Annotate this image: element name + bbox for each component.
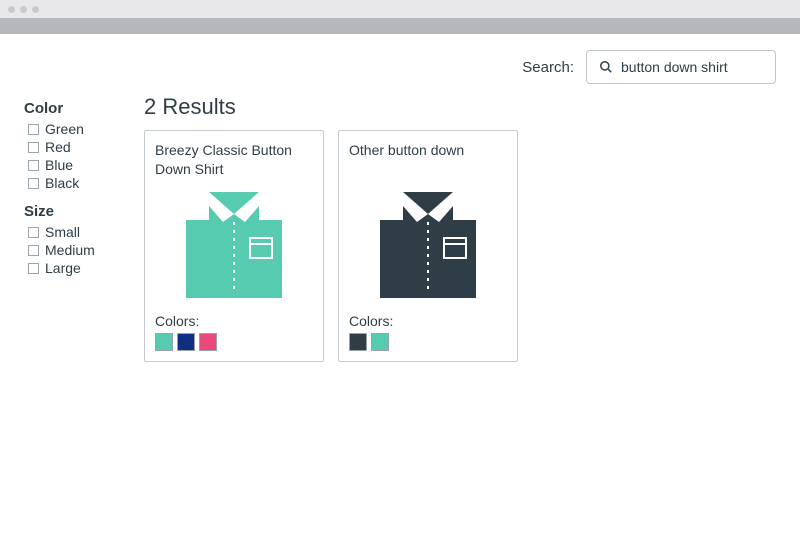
color-swatch[interactable] [155,333,173,351]
filter-option-blue[interactable]: Blue [24,157,124,173]
product-title: Other button down [349,141,507,179]
search-icon [599,60,613,74]
color-swatch[interactable] [371,333,389,351]
filter-group-size: Size Small Medium Large [24,203,124,276]
filter-option-red[interactable]: Red [24,139,124,155]
color-swatch[interactable] [199,333,217,351]
filter-label: Blue [45,157,73,173]
color-swatch[interactable] [177,333,195,351]
product-image [349,187,507,307]
filter-group-color: Color Green Red Blue Black [24,100,124,191]
product-image [155,187,313,307]
checkbox-icon [28,227,39,238]
filter-label: Small [45,224,80,240]
color-swatch[interactable] [349,333,367,351]
filter-group-title: Color [24,100,124,117]
product-title: Breezy Classic Button Down Shirt [155,141,313,179]
colors-label: Colors: [349,313,507,329]
filter-sidebar: Color Green Red Blue Black [24,94,124,362]
window-control-dot [32,6,39,13]
checkbox-icon [28,124,39,135]
filter-label: Red [45,139,71,155]
filter-option-black[interactable]: Black [24,175,124,191]
filter-option-green[interactable]: Green [24,121,124,137]
window-titlebar [0,0,800,18]
filter-label: Green [45,121,84,137]
filter-option-medium[interactable]: Medium [24,242,124,258]
filter-group-title: Size [24,203,124,220]
window-control-dot [20,6,27,13]
checkbox-icon [28,142,39,153]
search-label: Search: [522,59,574,76]
filter-option-small[interactable]: Small [24,224,124,240]
filter-label: Large [45,260,81,276]
checkbox-icon [28,178,39,189]
product-card[interactable]: Breezy Classic Button Down Shirt Colo [144,130,324,362]
shirt-icon [174,192,294,302]
results-heading: 2 Results [144,94,776,120]
filter-option-large[interactable]: Large [24,260,124,276]
product-card[interactable]: Other button down Colors: [338,130,518,362]
window-control-dot [8,6,15,13]
colors-label: Colors: [155,313,313,329]
search-input[interactable]: button down shirt [586,50,776,84]
checkbox-icon [28,245,39,256]
filter-label: Medium [45,242,95,258]
checkbox-icon [28,160,39,171]
swatch-row [155,333,313,351]
shirt-icon [368,192,488,302]
toolbar-strip [0,18,800,34]
product-grid: Breezy Classic Button Down Shirt Colo [144,130,776,362]
swatch-row [349,333,507,351]
checkbox-icon [28,263,39,274]
filter-label: Black [45,175,79,191]
search-value: button down shirt [621,59,728,75]
